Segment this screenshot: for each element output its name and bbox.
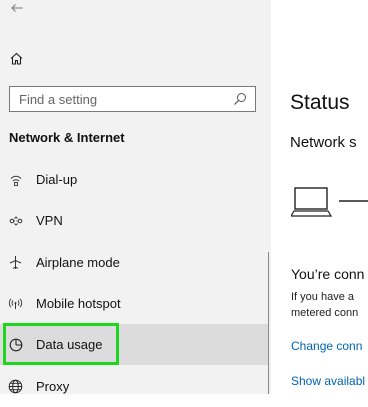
- sidebar-item-label: Mobile hotspot: [36, 296, 121, 311]
- dialup-icon: [8, 172, 23, 187]
- network-diagram: [289, 186, 368, 227]
- sidebar-item-airplane-mode[interactable]: Airplane mode: [0, 242, 268, 283]
- airplane-icon: [8, 255, 23, 270]
- back-arrow-icon: [11, 4, 23, 12]
- search-box[interactable]: [9, 86, 256, 112]
- sidebar-item-proxy[interactable]: Proxy: [0, 366, 268, 407]
- page-title: Status: [290, 91, 350, 114]
- network-status-heading: Network s: [290, 134, 357, 151]
- status-description-line1: If you have a: [291, 291, 354, 303]
- back-button[interactable]: [6, 0, 28, 16]
- change-connection-link[interactable]: Change conn: [291, 339, 362, 353]
- sidebar-item-mobile-hotspot[interactable]: Mobile hotspot: [0, 283, 268, 324]
- search-input[interactable]: [10, 87, 233, 111]
- sidebar-item-vpn[interactable]: VPN: [0, 200, 268, 241]
- home-icon: [10, 52, 22, 65]
- status-description-line2: metered conn: [291, 307, 359, 319]
- selection-highlight-box: [3, 323, 119, 365]
- sidebar-item-label: Proxy: [36, 379, 70, 394]
- sidebar-scrollbar[interactable]: [268, 252, 269, 394]
- main-content: Status Network s You’re conn If you have…: [271, 0, 368, 394]
- sidebar-item-dial-up[interactable]: Dial-up: [0, 159, 268, 200]
- home-button[interactable]: [6, 49, 26, 67]
- sidebar-item-label: Airplane mode: [36, 255, 120, 270]
- section-title: Network & Internet: [9, 130, 125, 145]
- settings-sidebar: Network & Internet Dial-up VPN: [0, 0, 271, 394]
- laptop-icon: [289, 187, 368, 217]
- show-available-networks-link[interactable]: Show availabl: [291, 374, 365, 388]
- connection-status-text: You’re conn: [291, 266, 365, 282]
- sidebar-item-label: VPN: [36, 213, 63, 228]
- vpn-icon: [8, 213, 23, 228]
- hotspot-icon: [8, 296, 23, 311]
- search-icon[interactable]: [233, 92, 247, 106]
- globe-icon: [8, 379, 23, 394]
- sidebar-item-label: Dial-up: [36, 172, 78, 187]
